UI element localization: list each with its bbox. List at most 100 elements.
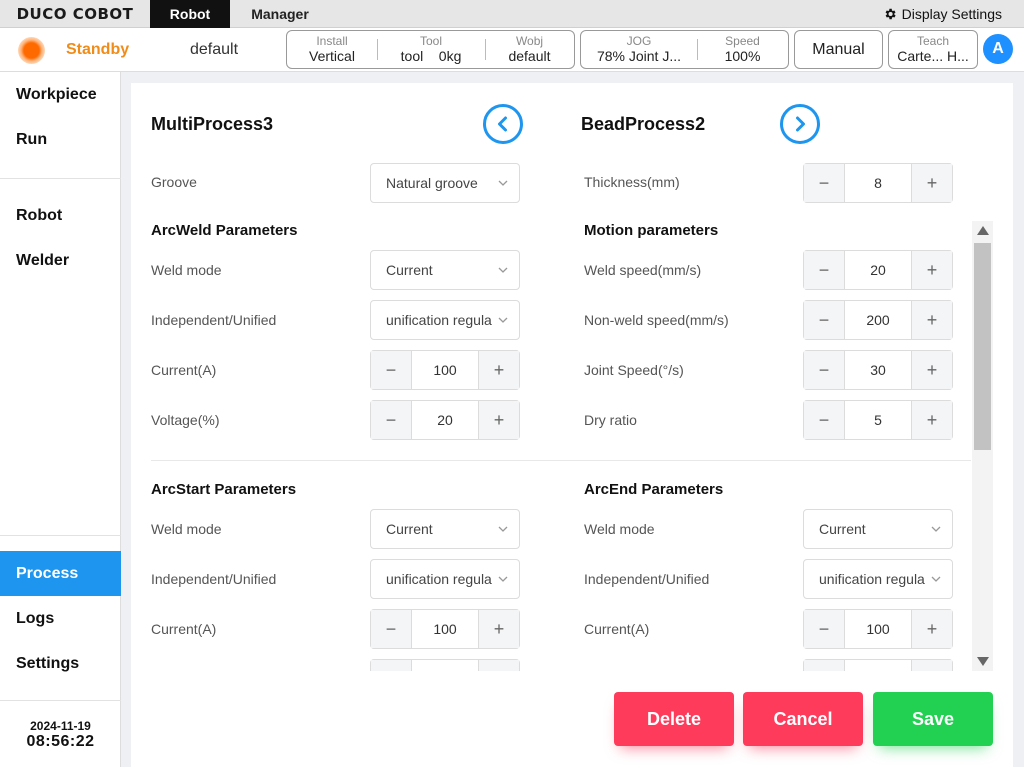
tool-value: tool 0kg: [401, 48, 462, 65]
arcend-current-value[interactable]: 100: [844, 610, 912, 648]
joint-speed-value[interactable]: 30: [844, 351, 912, 389]
cancel-button[interactable]: Cancel: [743, 692, 863, 746]
independent-unified-label: Independent/Unified: [151, 312, 277, 328]
process-editor-panel: MultiProcess3 BeadProcess2 Groove Natura…: [131, 83, 1013, 767]
weld-mode-select[interactable]: Current: [370, 250, 520, 290]
non-weld-speed-stepper[interactable]: − 200 +: [803, 300, 953, 340]
sidebar-item-run[interactable]: Run: [0, 117, 121, 162]
groove-select[interactable]: Natural groove: [370, 163, 520, 203]
motion-section-title: Motion parameters: [584, 222, 719, 239]
speed-segment[interactable]: Speed 100%: [697, 31, 788, 68]
voltage-stepper[interactable]: − 20 +: [370, 400, 520, 440]
arcend-voltage-value[interactable]: [844, 660, 912, 671]
scrollbar-thumb[interactable]: [974, 243, 991, 450]
decrement-button[interactable]: −: [804, 164, 844, 202]
decrement-button[interactable]: −: [804, 351, 844, 389]
non-weld-speed-value[interactable]: 200: [844, 301, 912, 339]
increment-button[interactable]: +: [912, 610, 952, 648]
dry-ratio-stepper[interactable]: − 5 +: [803, 400, 953, 440]
user-avatar[interactable]: A: [983, 34, 1013, 64]
arcend-voltage-stepper[interactable]: [803, 659, 953, 671]
increment-button[interactable]: +: [479, 610, 519, 648]
arcend-current-stepper[interactable]: − 100 +: [803, 609, 953, 649]
weld-speed-value[interactable]: 20: [844, 251, 912, 289]
sidebar-item-process[interactable]: Process: [0, 551, 121, 596]
save-button[interactable]: Save: [873, 692, 993, 746]
parameters-scroll-area[interactable]: Groove Natural groove ArcWeld Parameters…: [131, 161, 1013, 671]
jog-segment[interactable]: JOG 78% Joint J...: [581, 31, 697, 68]
display-settings-button[interactable]: Display Settings: [883, 0, 1002, 28]
decrement-button[interactable]: [804, 660, 844, 671]
arcstart-weld-mode-label: Weld mode: [151, 521, 222, 537]
increment-button[interactable]: +: [912, 351, 952, 389]
decrement-button[interactable]: −: [371, 610, 411, 648]
current-stepper[interactable]: − 100 +: [370, 350, 520, 390]
scroll-down-arrow-icon[interactable]: [977, 657, 989, 666]
increment-button[interactable]: +: [479, 351, 519, 389]
independent-unified-select[interactable]: unification regula: [370, 300, 520, 340]
scroll-up-arrow-icon[interactable]: [977, 226, 989, 235]
manual-mode-button[interactable]: Manual: [794, 30, 883, 69]
increment-button[interactable]: +: [912, 401, 952, 439]
sidebar-item-workpiece[interactable]: Workpiece: [0, 72, 121, 117]
clock-time: 08:56:22: [26, 733, 95, 750]
sidebar-item-logs[interactable]: Logs: [0, 596, 121, 641]
arcend-current-label: Current(A): [584, 621, 650, 637]
sidebar-item-robot[interactable]: Robot: [0, 193, 121, 238]
groove-value: Natural groove: [386, 175, 478, 191]
sidebar-item-settings[interactable]: Settings: [0, 641, 121, 686]
thickness-value[interactable]: 8: [844, 164, 912, 202]
increment-button[interactable]: +: [912, 301, 952, 339]
voltage-value[interactable]: 20: [411, 401, 479, 439]
decrement-button[interactable]: −: [804, 610, 844, 648]
jog-speed-panel[interactable]: JOG 78% Joint J... Speed 100%: [580, 30, 789, 69]
increment-button[interactable]: [912, 660, 952, 671]
arcstart-weld-mode-select[interactable]: Current: [370, 509, 520, 549]
increment-button[interactable]: +: [912, 251, 952, 289]
arcend-independent-unified-select[interactable]: unification regula: [803, 559, 953, 599]
joint-speed-stepper[interactable]: − 30 +: [803, 350, 953, 390]
current-value[interactable]: 100: [411, 351, 479, 389]
decrement-button[interactable]: −: [804, 301, 844, 339]
vertical-scrollbar[interactable]: [972, 221, 993, 671]
program-name[interactable]: default: [190, 41, 238, 59]
sidebar-item-welder[interactable]: Welder: [0, 238, 121, 283]
increment-button[interactable]: +: [912, 164, 952, 202]
delete-button[interactable]: Delete: [614, 692, 734, 746]
arcstart-voltage-stepper[interactable]: [370, 659, 520, 671]
thickness-stepper[interactable]: − 8 +: [803, 163, 953, 203]
wobj-segment[interactable]: Wobj default: [485, 31, 574, 68]
dry-ratio-value[interactable]: 5: [844, 401, 912, 439]
decrement-button[interactable]: [371, 660, 411, 671]
increment-button[interactable]: +: [479, 401, 519, 439]
arcstart-current-value[interactable]: 100: [411, 610, 479, 648]
install-tool-wobj-panel[interactable]: Install Vertical Tool tool 0kg Wobj defa…: [286, 30, 575, 69]
teach-panel[interactable]: Teach Carte... H...: [888, 30, 978, 69]
arcstart-independent-unified-select[interactable]: unification regula: [370, 559, 520, 599]
sidebar: Workpiece Run Robot Welder Process Logs …: [0, 72, 121, 767]
arcstart-voltage-value[interactable]: [411, 660, 479, 671]
teach-segment[interactable]: Teach Carte... H...: [889, 31, 977, 68]
decrement-button[interactable]: −: [371, 401, 411, 439]
tool-name: tool: [400, 48, 424, 64]
next-process-button[interactable]: [780, 104, 820, 144]
tab-robot[interactable]: Robot: [150, 0, 230, 28]
arcend-weld-mode-select[interactable]: Current: [803, 509, 953, 549]
teach-value: Carte... H...: [897, 48, 969, 64]
decrement-button[interactable]: −: [371, 351, 411, 389]
decrement-button[interactable]: −: [804, 401, 844, 439]
tool-label: Tool: [419, 34, 442, 48]
decrement-button[interactable]: −: [804, 251, 844, 289]
chevron-right-icon: [796, 116, 805, 132]
arcweld-section-title: ArcWeld Parameters: [151, 222, 298, 239]
tool-segment[interactable]: Tool tool 0kg: [377, 31, 485, 68]
arcstart-current-stepper[interactable]: − 100 +: [370, 609, 520, 649]
weld-speed-stepper[interactable]: − 20 +: [803, 250, 953, 290]
previous-process-button[interactable]: [483, 104, 523, 144]
install-segment[interactable]: Install Vertical: [287, 31, 377, 68]
increment-button[interactable]: [479, 660, 519, 671]
tab-manager[interactable]: Manager: [230, 0, 330, 28]
weld-mode-label: Weld mode: [151, 262, 222, 278]
chevron-down-icon: [931, 576, 941, 582]
status-bar: Standby default Install Vertical Tool to…: [0, 28, 1024, 72]
